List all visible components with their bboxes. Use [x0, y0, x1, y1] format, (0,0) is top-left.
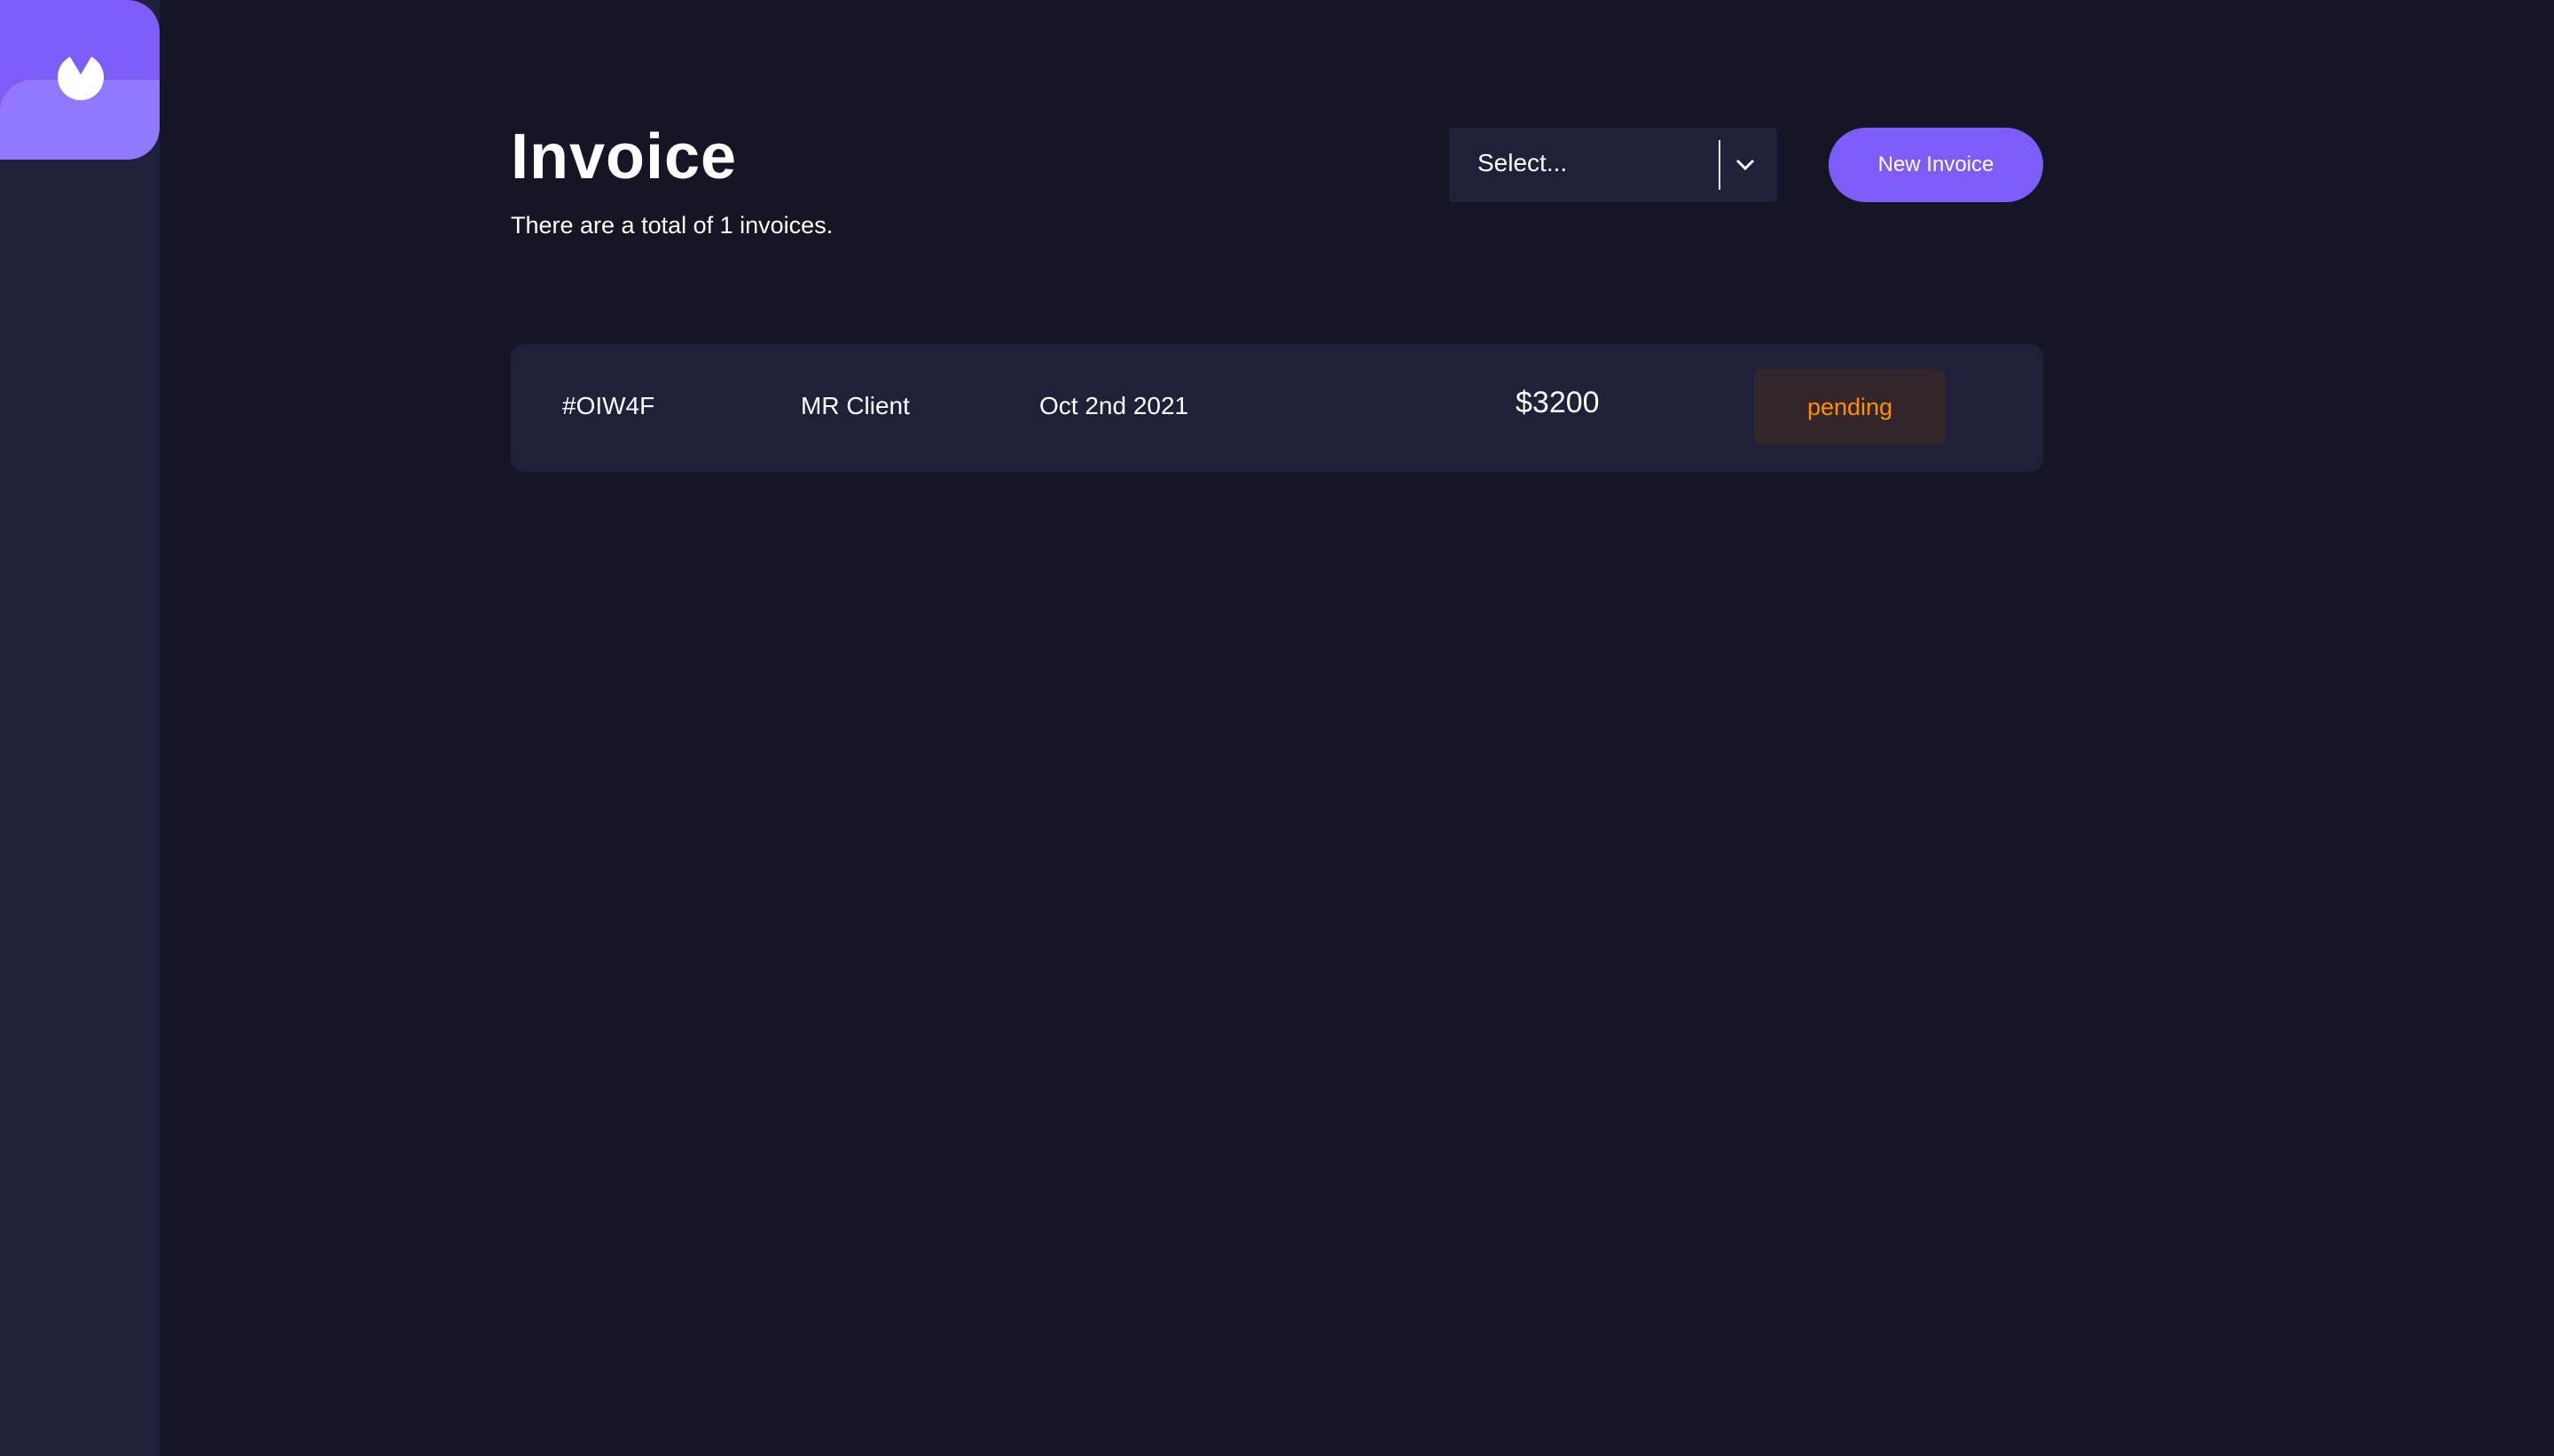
new-invoice-button[interactable]: New Invoice	[1829, 128, 2043, 202]
invoice-row[interactable]: #OIW4F MR Client Oct 2nd 2021 $3200 pend…	[511, 344, 2043, 472]
status-filter-select[interactable]: Select...	[1449, 128, 1777, 202]
select-divider	[1719, 140, 1720, 190]
invoice-id: #OIW4F	[562, 392, 655, 419]
logo-mark-icon	[58, 57, 104, 101]
logo[interactable]	[0, 0, 160, 160]
invoice-amount: $3200	[1516, 386, 1600, 419]
status-badge: pending	[1754, 369, 1946, 445]
invoice-client: MR Client	[801, 392, 910, 419]
sidebar	[0, 0, 160, 1456]
invoice-count-text: There are a total of 1 invoices.	[511, 212, 834, 239]
page-title: Invoice	[511, 121, 738, 192]
invoice-date: Oct 2nd 2021	[1039, 392, 1189, 419]
select-placeholder: Select...	[1477, 149, 1568, 176]
chevron-down-icon[interactable]	[1731, 151, 1759, 179]
